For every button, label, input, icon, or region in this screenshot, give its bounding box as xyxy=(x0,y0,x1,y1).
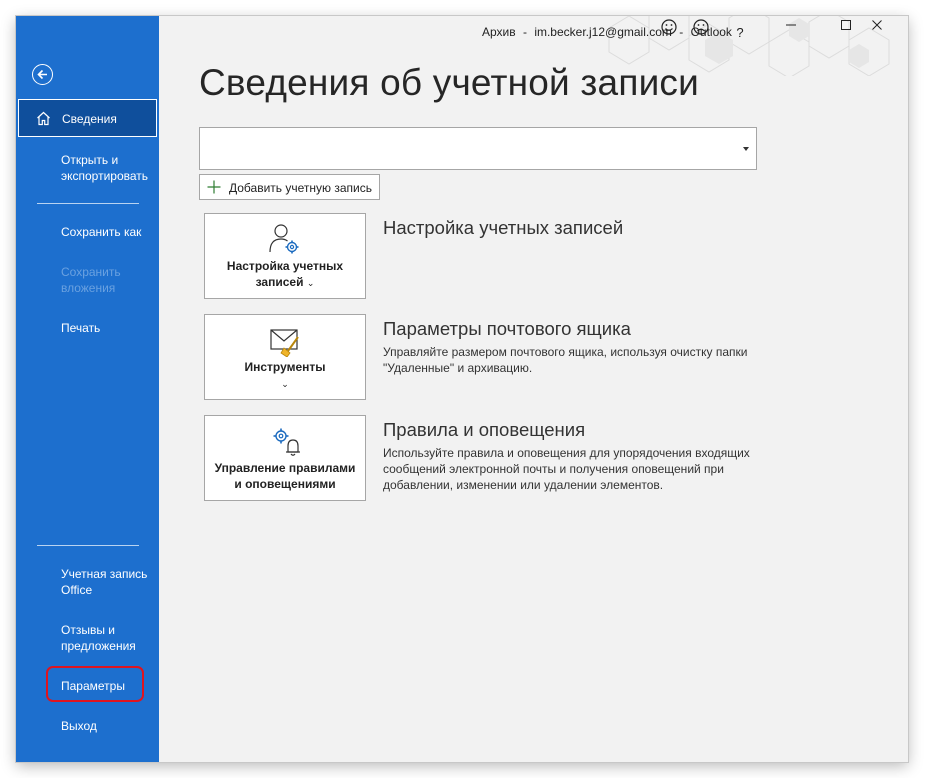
rules-alerts-button-label: Управление правилами и оповещениями xyxy=(214,461,356,491)
tools-button[interactable]: Инструменты ⌄ xyxy=(204,314,366,400)
chevron-down-icon: ⌄ xyxy=(306,278,315,288)
section-desc-mailbox: Управляйте размером почтового ящика, исп… xyxy=(383,345,748,375)
window-title-account: im.becker.j12@gmail.com xyxy=(534,25,672,39)
title-bar: Архив - im.becker.j12@gmail.com - Outloo… xyxy=(159,16,908,76)
sidebar-divider xyxy=(37,545,139,546)
outlook-window: Сведения Открыть и экспортировать Сохран… xyxy=(16,16,908,762)
frown-icon xyxy=(693,19,709,35)
account-settings-button[interactable]: Настройка учетных записей ⌄ xyxy=(204,213,366,299)
minimize-icon xyxy=(786,24,796,26)
back-button[interactable] xyxy=(32,64,53,85)
help-icon: ? xyxy=(736,24,744,40)
close-icon xyxy=(872,20,882,30)
nav-options[interactable]: Параметры xyxy=(61,678,157,694)
nav-open-export[interactable]: Открыть и экспортировать xyxy=(61,152,157,184)
nav-office-account[interactable]: Учетная запись Office xyxy=(61,566,157,598)
maximize-button[interactable] xyxy=(840,19,870,45)
nav-save-as[interactable]: Сохранить как xyxy=(61,224,157,240)
rules-alerts-icon xyxy=(205,424,365,458)
smiley-button[interactable] xyxy=(661,19,691,45)
account-select[interactable] xyxy=(199,127,757,170)
chevron-down-icon: ⌄ xyxy=(281,379,289,389)
section-title-rules: Правила и оповещения xyxy=(383,419,586,440)
home-icon xyxy=(37,111,50,126)
add-account-button[interactable]: Добавить учетную запись xyxy=(199,174,380,200)
nav-info[interactable]: Сведения xyxy=(18,99,157,137)
smiley-icon xyxy=(661,19,677,35)
window-title-separator: - xyxy=(522,25,527,39)
frown-button[interactable] xyxy=(693,19,723,45)
page-title: Сведения об учетной записи xyxy=(199,62,700,103)
section-desc-rules: Используйте правила и оповещения для упо… xyxy=(383,446,750,492)
nav-feedback[interactable]: Отзывы и предложения xyxy=(61,622,157,654)
tools-button-label: Инструменты xyxy=(244,360,326,374)
mailbox-tools-icon xyxy=(205,323,365,357)
account-settings-button-label: Настройка учетных записей ⌄ xyxy=(211,258,359,291)
maximize-icon xyxy=(841,20,851,30)
dropdown-caret-icon xyxy=(743,147,749,151)
backstage-sidebar: Сведения Открыть и экспортировать Сохран… xyxy=(16,16,159,762)
nav-info-label: Сведения xyxy=(62,112,117,126)
nav-print[interactable]: Печать xyxy=(61,320,157,336)
nav-save-attachments: Сохранить вложения xyxy=(61,265,121,295)
sidebar-divider xyxy=(37,203,139,204)
nav-exit[interactable]: Выход xyxy=(61,718,157,734)
section-title-mailbox: Параметры почтового ящика xyxy=(383,318,631,339)
rules-alerts-button[interactable]: Управление правилами и оповещениями xyxy=(204,415,366,501)
plus-icon xyxy=(207,180,221,194)
add-account-label: Добавить учетную запись xyxy=(229,181,372,195)
window-title-folder: Архив xyxy=(482,25,516,39)
minimize-button[interactable] xyxy=(785,19,815,45)
back-arrow-icon xyxy=(37,69,47,80)
help-button[interactable]: ? xyxy=(725,19,755,45)
section-title-account-settings: Настройка учетных записей xyxy=(383,217,624,238)
close-button[interactable] xyxy=(871,19,901,45)
account-settings-icon xyxy=(205,222,365,256)
account-settings-button-text: Настройка учетных записей xyxy=(226,259,344,289)
